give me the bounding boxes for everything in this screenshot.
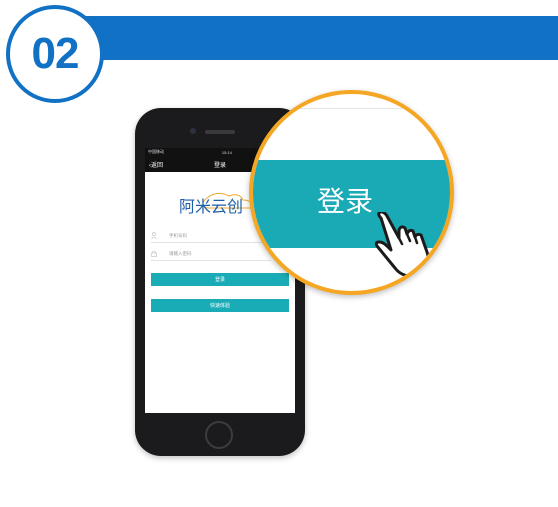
time-label: 15:14 (221, 149, 232, 155)
user-icon (151, 232, 157, 239)
magnifier-divider (253, 108, 450, 109)
phone-camera (190, 128, 196, 134)
phone-speaker (205, 130, 235, 134)
step-badge: 02 (6, 5, 104, 103)
home-button[interactable] (205, 421, 233, 449)
step-number: 02 (31, 29, 80, 78)
magnifier-callout: 登录 (249, 90, 454, 295)
header-banner (60, 16, 558, 60)
phone-placeholder: 手机号码 (169, 233, 187, 238)
carrier-label: 中国移动 (148, 149, 164, 154)
quick-experience-button[interactable]: 快速体验 (151, 299, 289, 312)
password-placeholder: 请输入密码 (169, 251, 192, 256)
logo-text: 阿米云创 (179, 197, 243, 216)
lock-icon (151, 250, 157, 257)
tap-hand-icon (374, 212, 430, 276)
login-button[interactable]: 登录 (151, 273, 289, 286)
password-field[interactable]: 请输入密码 (151, 248, 271, 261)
magnified-login-label: 登录 (317, 185, 374, 218)
